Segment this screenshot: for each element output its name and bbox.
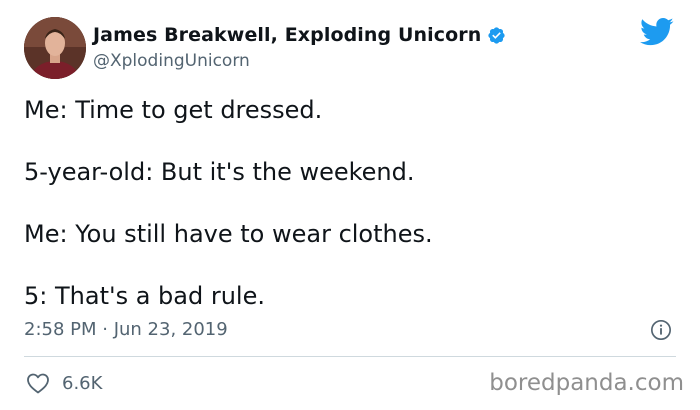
info-icon[interactable] xyxy=(650,319,672,341)
like-count: 6.6K xyxy=(62,372,103,394)
heart-icon xyxy=(27,373,49,394)
author-name[interactable]: James Breakwell, Exploding Unicorn xyxy=(93,24,481,46)
author-handle[interactable]: @XplodingUnicorn xyxy=(93,51,250,71)
verified-badge-icon xyxy=(488,26,505,44)
tweet-line: 5-year-old: But it's the weekend. xyxy=(24,158,415,186)
like-button[interactable]: 6.6K xyxy=(26,372,102,394)
tweet-line: Me: Time to get dressed. xyxy=(24,96,323,124)
tweet-line: Me: You still have to wear clothes. xyxy=(24,220,433,248)
avatar[interactable] xyxy=(24,17,86,79)
tweet-header: James Breakwell, Exploding Unicorn @Xplo… xyxy=(24,17,676,79)
twitter-bird-icon[interactable] xyxy=(640,17,674,47)
tweet-line: 5: That's a bad rule. xyxy=(24,282,265,310)
divider xyxy=(24,356,676,357)
watermark: boredpanda.com xyxy=(489,370,684,396)
tweet-timestamp[interactable]: 2:58 PM · Jun 23, 2019 xyxy=(24,319,228,340)
